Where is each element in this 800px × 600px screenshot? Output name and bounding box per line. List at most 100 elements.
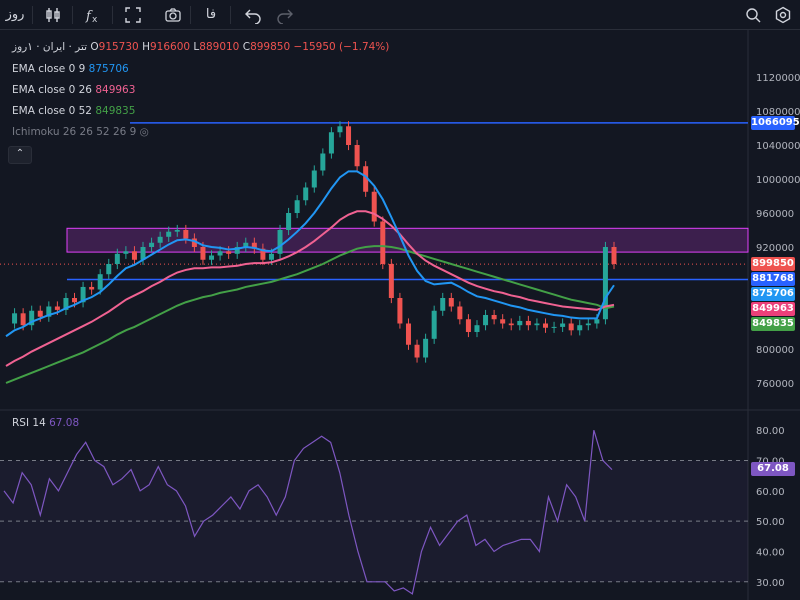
candle-body — [328, 132, 334, 154]
open-label: O — [90, 41, 99, 53]
candle-body — [560, 323, 566, 327]
camera-icon[interactable] — [162, 4, 184, 26]
collapse-legend-button[interactable]: ⌃ — [8, 146, 32, 164]
rsi-tick-label: 30.00 — [756, 578, 785, 589]
candle-body — [457, 306, 463, 320]
candle-body — [354, 145, 360, 167]
toolbar-divider — [112, 6, 113, 24]
candle-body — [577, 325, 583, 331]
candle-body — [12, 313, 18, 324]
top-toolbar: روز fx فا — [0, 0, 800, 30]
candle-body — [508, 323, 514, 326]
ema26-value: 849963 — [95, 84, 136, 96]
candle-body — [380, 221, 386, 264]
low-value: 889010 — [199, 41, 240, 53]
price-badge: 875706 — [751, 287, 795, 302]
candle-body — [286, 213, 292, 230]
candle-body — [568, 323, 574, 331]
undo-icon[interactable] — [242, 4, 264, 26]
candle-body — [200, 247, 206, 260]
price-tick-label: 760000 — [756, 379, 794, 390]
candle-body — [89, 286, 95, 290]
language-button[interactable]: فا — [200, 4, 222, 26]
eye-hidden-icon[interactable]: ◎ — [140, 126, 149, 138]
candle-body — [157, 236, 163, 243]
toolbar-divider — [32, 6, 33, 24]
candle-body — [183, 230, 189, 239]
candle-body — [542, 323, 548, 328]
fullscreen-icon[interactable] — [122, 4, 144, 26]
change-value: −15950 (−1.74%) — [293, 41, 390, 53]
symbol-title[interactable]: تتر · ایران · ۱روز — [12, 41, 87, 53]
price-badge: 1066095 — [751, 115, 800, 130]
price-tick-label: 1120000 — [756, 73, 800, 84]
candle-body — [337, 126, 343, 133]
candles-icon[interactable] — [42, 4, 64, 26]
candle-body — [551, 326, 557, 328]
candle-body — [72, 298, 78, 303]
interval-button[interactable]: روز — [4, 4, 26, 26]
price-badge: 881768 — [751, 272, 795, 287]
rsi-legend[interactable]: RSI 14 67.08 — [12, 416, 79, 430]
candle-body — [166, 231, 172, 237]
price-badge: 849963 — [751, 302, 795, 317]
candle-body — [440, 298, 446, 311]
candle-body — [97, 274, 103, 290]
toolbar-divider — [190, 6, 191, 24]
candle-body — [320, 153, 326, 171]
candle-body — [226, 251, 232, 254]
high-value: 916600 — [149, 41, 191, 53]
ema52-legend[interactable]: EMA close 0 52 849835 — [12, 104, 135, 118]
candle-body — [483, 315, 489, 326]
candle-body — [54, 306, 60, 310]
candle-body — [517, 320, 523, 326]
price-tick-label: 800000 — [756, 345, 794, 356]
search-settings-icon[interactable] — [742, 4, 764, 26]
ema9-label: EMA close 0 9 — [12, 63, 86, 75]
ohlc-legend: تتر · ایران · ۱روز O915730 H916600 L8890… — [12, 40, 389, 54]
ema26-legend[interactable]: EMA close 0 26 849963 — [12, 83, 135, 97]
candle-body — [594, 319, 600, 324]
svg-text:x: x — [92, 15, 98, 24]
candle-body — [123, 251, 129, 254]
candle-body — [500, 319, 506, 324]
candle-body — [465, 319, 471, 332]
candle-body — [371, 191, 377, 222]
candle-body — [311, 170, 317, 188]
candle-body — [423, 338, 429, 358]
ema9-line — [5, 170, 615, 338]
close-label: C — [242, 41, 251, 53]
price-badge: 899850 — [751, 257, 795, 272]
rsi-tick-label: 50.00 — [756, 517, 785, 528]
candle-body — [20, 313, 26, 326]
candle-body — [397, 298, 403, 324]
open-value: 915730 — [98, 41, 139, 53]
indicators-fx-icon[interactable]: fx — [82, 4, 104, 26]
candle-body — [294, 200, 300, 213]
candle-body — [346, 126, 352, 145]
rsi-label: RSI 14 — [12, 417, 46, 429]
high-label: H — [142, 41, 150, 53]
candle-body — [611, 247, 617, 264]
ema26-label: EMA close 0 26 — [12, 84, 92, 96]
toolbar-divider — [230, 6, 231, 24]
redo-icon[interactable] — [274, 4, 296, 26]
candle-body — [217, 251, 223, 256]
rsi-value: 67.08 — [49, 417, 80, 429]
candle-body — [431, 310, 437, 339]
candle-body — [106, 264, 112, 275]
ema9-legend[interactable]: EMA close 0 9 875706 — [12, 62, 129, 76]
candle-body — [525, 320, 531, 326]
ichimoku-legend[interactable]: Ichimoku 26 26 52 26 9 ◎ — [12, 125, 149, 139]
candle-body — [303, 187, 309, 201]
rsi-tick-label: 80.00 — [756, 426, 785, 437]
candle-body — [268, 253, 274, 260]
candle-body — [174, 230, 180, 232]
ema52-line — [5, 245, 615, 384]
toolbar-divider — [72, 6, 73, 24]
ema52-label: EMA close 0 52 — [12, 105, 92, 117]
gear-icon[interactable] — [772, 4, 794, 26]
candle-body — [114, 253, 120, 264]
candle-body — [405, 323, 411, 345]
candle-body — [414, 344, 420, 358]
